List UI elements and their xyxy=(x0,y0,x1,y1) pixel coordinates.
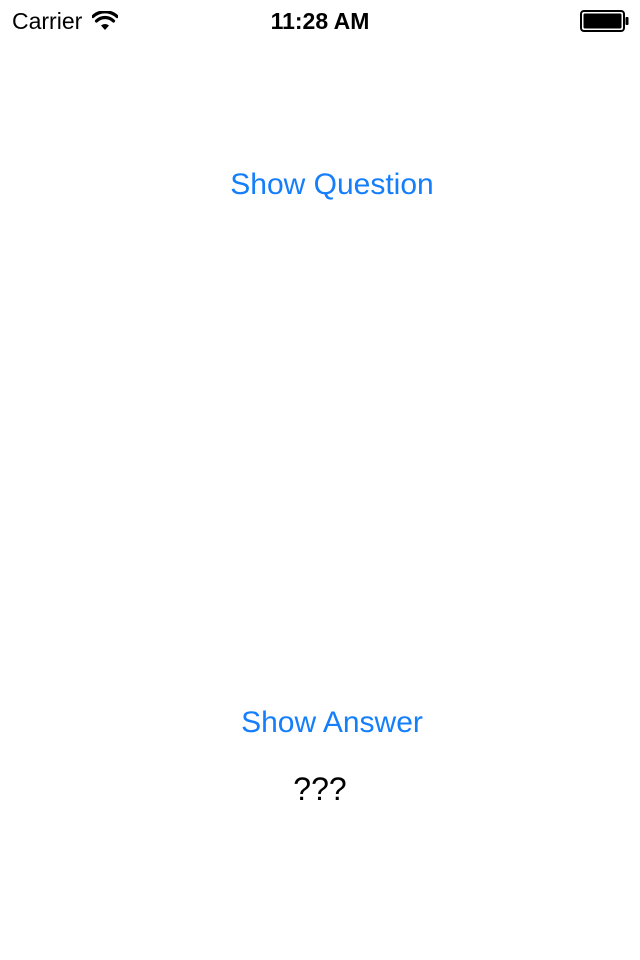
app-screen: Carrier 11:28 AM Show Question Show Answ… xyxy=(0,0,640,960)
answer-label: ??? xyxy=(293,771,347,807)
show-question-button[interactable]: Show Question xyxy=(12,165,640,205)
status-bar: Carrier 11:28 AM xyxy=(0,0,640,40)
battery-full-icon xyxy=(580,10,630,32)
show-answer-button[interactable]: Show Answer xyxy=(12,703,640,743)
status-time: 11:28 AM xyxy=(270,8,370,34)
